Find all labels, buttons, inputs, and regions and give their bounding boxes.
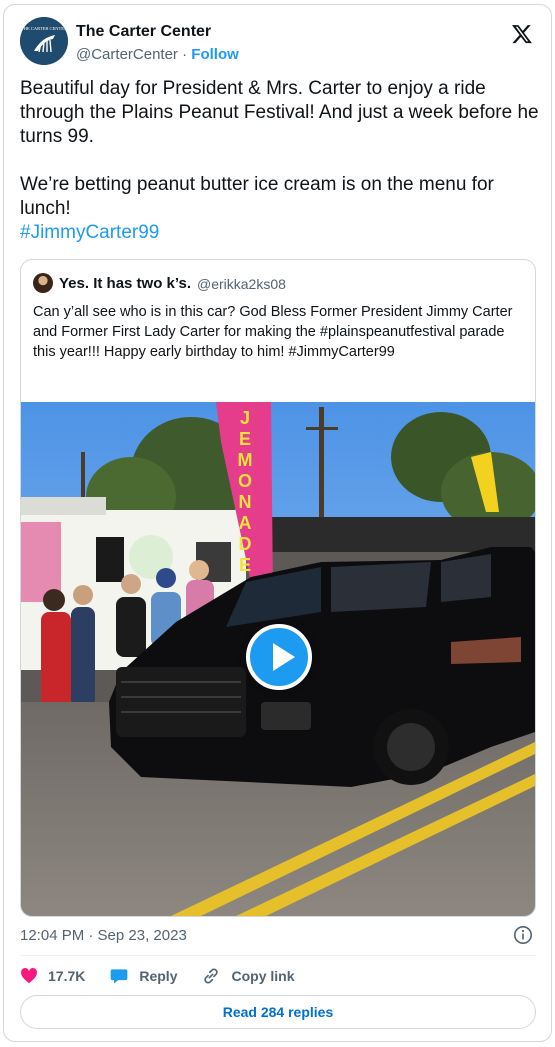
tweet-card: THE CARTER CENTER The Carter Center @Car… [3,4,552,1042]
read-replies-button[interactable]: Read 284 replies [20,995,536,1029]
banner-letter: E [239,429,251,449]
author-handle[interactable]: @CarterCenter [76,46,178,63]
reply-button[interactable]: Reply [109,966,177,986]
quoted-author-name[interactable]: Yes. It has two k’s. [59,275,191,292]
reply-label: Reply [139,968,178,984]
like-count: 17.7K [48,968,86,984]
play-button[interactable] [246,624,312,690]
video-thumbnail[interactable]: JEMONADE [21,402,535,916]
banner-letter: D [239,534,252,554]
author-avatar[interactable]: THE CARTER CENTER [20,17,68,65]
reply-bubble-icon [111,969,128,984]
quoted-text: Can y’all see who is in this car? God Bl… [33,304,513,360]
banner-letter: N [239,492,252,512]
banner-letter: M [238,450,253,470]
banner-letter: A [239,513,252,533]
copy-link-label: Copy link [231,968,295,984]
tweet-timestamp[interactable]: 12:04 PM · Sep 23, 2023 [20,927,187,944]
lemonade-banner: JEMONADE [238,408,253,575]
quoted-avatar[interactable] [33,273,53,293]
author-name[interactable]: The Carter Center [76,23,211,41]
info-icon[interactable] [513,925,533,945]
quoted-tweet[interactable]: Yes. It has two k’s. @erikka2ks08 Can y’… [20,259,536,917]
hashtag-link[interactable]: #JimmyCarter99 [20,222,159,243]
banner-letter: E [239,555,251,575]
divider [20,955,536,956]
author-meta: @CarterCenter · Follow [76,46,239,63]
action-bar: 17.7K Reply Copy link [20,963,319,989]
tweet-paragraph-1: Beautiful day for President & Mrs. Carte… [20,78,539,147]
tweet-paragraph-2: We’re betting peanut butter ice cream is… [20,174,494,219]
avatar-logo-text: THE CARTER CENTER [21,26,67,31]
separator-dot: · [182,46,188,63]
x-logo-icon[interactable] [511,23,533,45]
copy-link-button[interactable]: Copy link [201,966,295,986]
banner-letter: O [238,471,252,491]
quoted-author-handle[interactable]: @erikka2ks08 [197,276,286,292]
like-button[interactable]: 17.7K [20,967,85,985]
tweet-text: Beautiful day for President & Mrs. Carte… [20,77,540,245]
link-icon [204,968,219,984]
follow-button[interactable]: Follow [191,46,239,63]
banner-letter: J [240,408,250,428]
heart-icon [21,968,37,984]
